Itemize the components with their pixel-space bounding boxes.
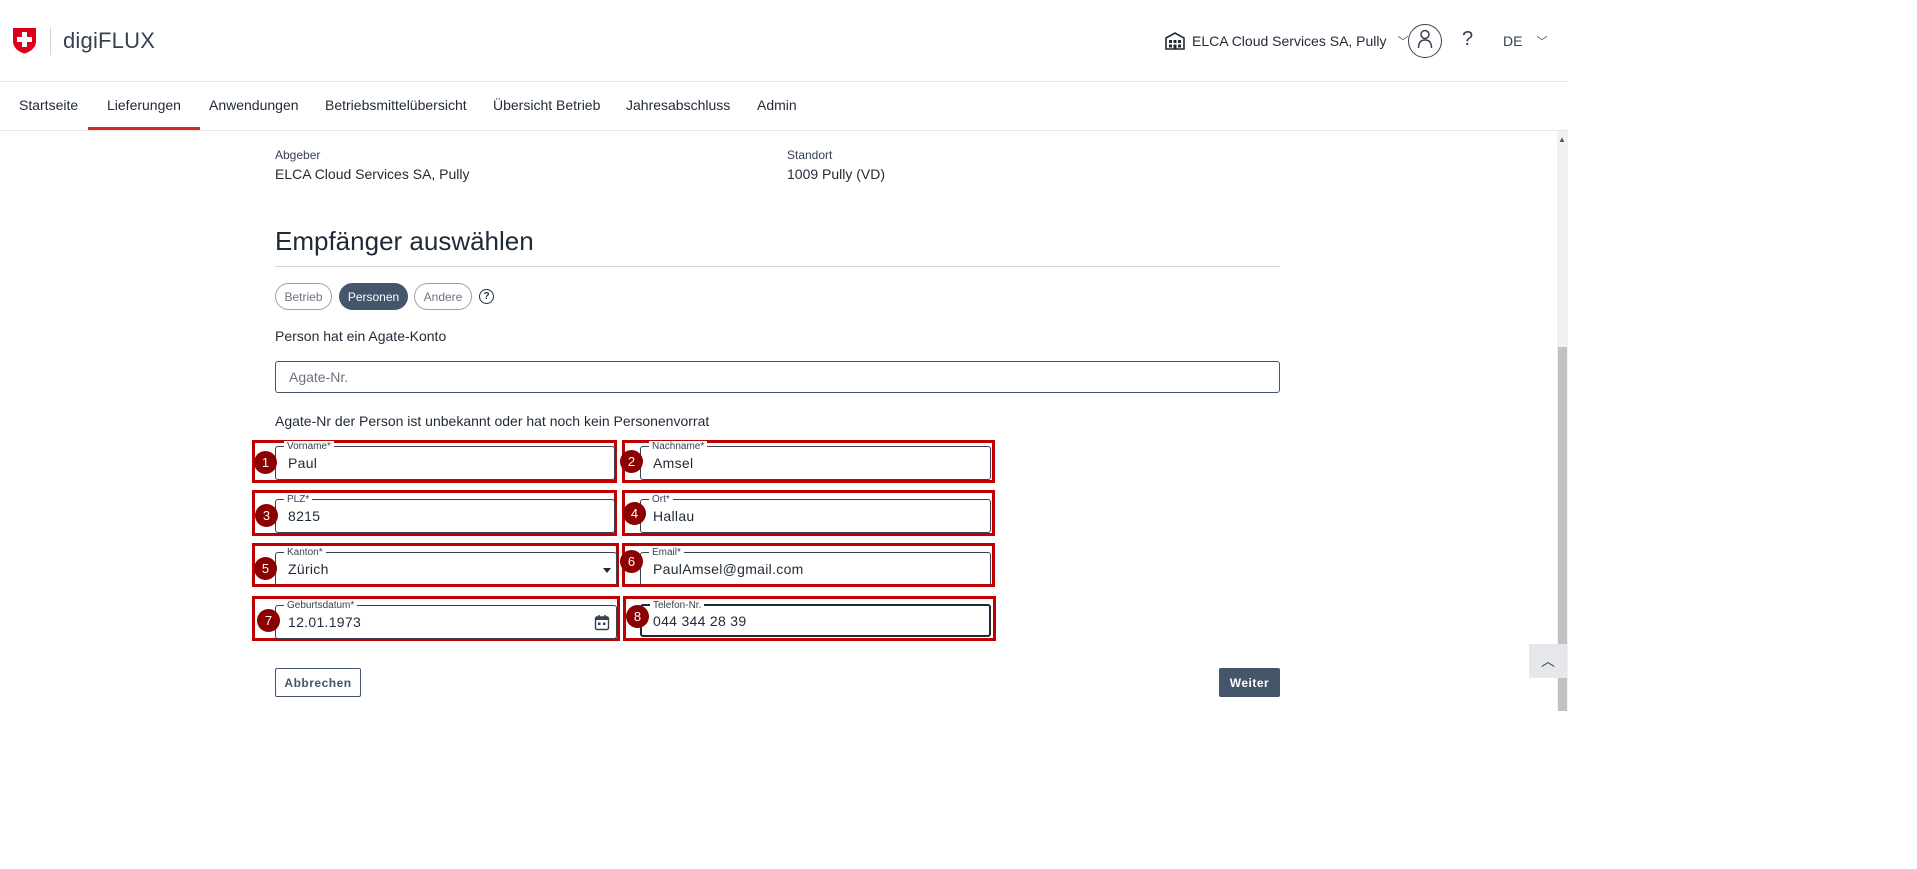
ort-field[interactable]: Ort* Hallau xyxy=(640,494,991,533)
vorname-label: Vorname* xyxy=(284,441,334,452)
annotation-badge-2: 2 xyxy=(620,450,643,473)
chevron-up-icon: ︿ xyxy=(1541,653,1555,669)
standort-label: Standort xyxy=(787,148,833,162)
kanton-label: Kanton* xyxy=(284,547,326,558)
chip-andere[interactable]: Andere xyxy=(414,283,472,310)
cancel-button[interactable]: Abbrechen xyxy=(275,668,361,697)
nav-item-admin[interactable]: Admin xyxy=(738,82,816,130)
dropdown-caret-icon xyxy=(603,568,611,573)
email-label: Email* xyxy=(649,547,684,558)
chevron-down-icon: ﹀ xyxy=(1536,36,1548,48)
nav-item-anwendungen[interactable]: Anwendungen xyxy=(190,82,318,130)
logo-divider xyxy=(50,27,51,55)
abgeber-value: ELCA Cloud Services SA, Pully xyxy=(275,166,470,182)
nav-item-uebersicht-betrieb[interactable]: Übersicht Betrieb xyxy=(474,82,619,130)
app-title[interactable]: digiFLUX xyxy=(63,28,155,54)
annotation-badge-6: 6 xyxy=(620,550,643,573)
plz-field[interactable]: PLZ* 8215 xyxy=(275,494,615,533)
annotation-badge-1: 1 xyxy=(254,451,277,474)
chip-personen[interactable]: Personen xyxy=(339,283,408,310)
geburtsdatum-value: 12.01.1973 xyxy=(288,614,362,630)
swiss-cross-logo[interactable] xyxy=(12,27,37,54)
plz-label: PLZ* xyxy=(284,494,313,505)
top-header: digiFLUX ELCA Cloud Services SA, Pully ﹀… xyxy=(0,0,1568,82)
language-selector[interactable]: DE ﹀ xyxy=(1503,33,1547,49)
plz-value: 8215 xyxy=(288,508,321,524)
language-label: DE xyxy=(1503,33,1523,49)
building-icon xyxy=(1165,32,1185,50)
help-button[interactable]: ? xyxy=(1462,28,1473,51)
kanton-select[interactable]: Kanton* Zürich xyxy=(275,547,617,586)
email-value: PaulAmsel@gmail.com xyxy=(653,561,804,577)
chip-betrieb[interactable]: Betrieb xyxy=(275,283,332,310)
ort-value: Hallau xyxy=(653,508,695,524)
nachname-label: Nachname* xyxy=(649,441,708,452)
geburtsdatum-field[interactable]: Geburtsdatum* 12.01.1973 xyxy=(275,600,617,639)
agate-account-text: Person hat ein Agate-Konto xyxy=(275,328,447,344)
user-account-button[interactable] xyxy=(1408,24,1442,58)
standort-value: 1009 Pully (VD) xyxy=(787,166,886,182)
nachname-value: Amsel xyxy=(653,455,694,471)
nav-item-jahresabschluss[interactable]: Jahresabschluss xyxy=(607,82,749,130)
telefon-value: 044 344 28 39 xyxy=(653,613,747,629)
nav-item-startseite[interactable]: Startseite xyxy=(0,82,97,130)
email-field[interactable]: Email* PaulAmsel@gmail.com xyxy=(640,547,991,586)
abgeber-label: Abgeber xyxy=(275,148,321,162)
vorname-value: Paul xyxy=(288,455,318,471)
annotation-badge-7: 7 xyxy=(257,609,280,632)
telefon-label: Telefon-Nr. xyxy=(650,600,705,611)
main-navigation: Startseite Lieferungen Anwendungen Betri… xyxy=(0,82,1568,131)
nav-item-betriebsmitteluebersicht[interactable]: Betriebsmittelübersicht xyxy=(306,82,486,130)
question-circle-icon[interactable]: ? xyxy=(479,289,494,304)
calendar-icon[interactable] xyxy=(594,614,610,636)
agate-number-input[interactable] xyxy=(275,361,1280,393)
user-icon xyxy=(1417,29,1433,54)
scroll-up-arrow-icon[interactable]: ▲ xyxy=(1558,135,1566,144)
annotation-badge-4: 4 xyxy=(623,502,646,525)
ort-label: Ort* xyxy=(649,494,673,505)
agate-unknown-text: Agate-Nr der Person ist unbekannt oder h… xyxy=(275,413,710,429)
kanton-value: Zürich xyxy=(288,561,329,577)
vorname-field[interactable]: Vorname* Paul xyxy=(275,441,615,480)
nav-item-lieferungen[interactable]: Lieferungen xyxy=(88,82,200,130)
telefon-field[interactable]: Telefon-Nr. 044 344 28 39 xyxy=(640,600,991,637)
back-to-top-button[interactable]: ︿ xyxy=(1529,644,1567,678)
page-scrollbar[interactable]: ▲ xyxy=(1557,131,1568,711)
organization-selector[interactable]: ELCA Cloud Services SA, Pully ﹀ xyxy=(1165,30,1409,52)
annotation-badge-3: 3 xyxy=(255,504,278,527)
organization-name: ELCA Cloud Services SA, Pully xyxy=(1192,33,1387,49)
next-button[interactable]: Weiter xyxy=(1219,668,1280,697)
nachname-field[interactable]: Nachname* Amsel xyxy=(640,441,991,480)
section-title: Empfänger auswählen xyxy=(275,226,534,256)
geburtsdatum-label: Geburtsdatum* xyxy=(284,600,358,611)
annotation-badge-5: 5 xyxy=(254,557,277,580)
annotation-badge-8: 8 xyxy=(626,605,649,628)
chevron-down-icon: ﹀ xyxy=(1397,36,1409,48)
section-divider xyxy=(275,266,1280,267)
